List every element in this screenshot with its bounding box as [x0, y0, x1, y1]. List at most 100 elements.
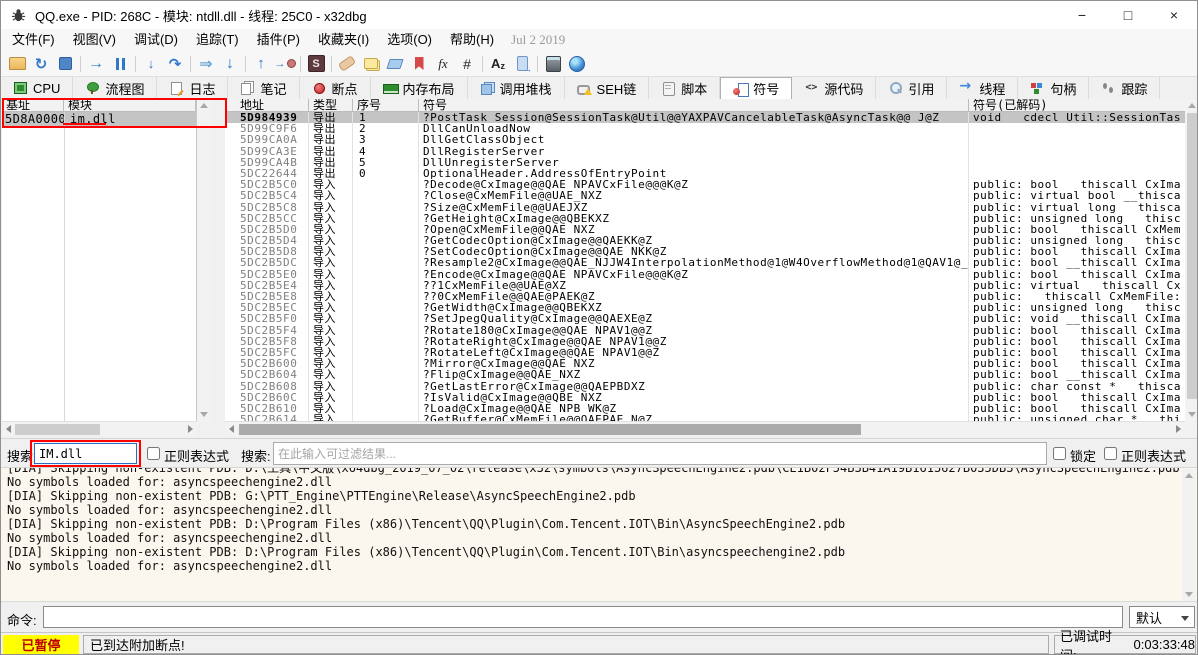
- toolbar-button-icon[interactable]: [132, 53, 139, 75]
- toolbar-button-icon[interactable]: [455, 53, 479, 75]
- symbol-row[interactable]: 5DC2B5EC 导入 ?GetWidth@CxImage@@QBEKXZ pu…: [225, 302, 1185, 313]
- toolbar-button-icon[interactable]: [77, 53, 84, 75]
- scroll-right-icon[interactable]: [1176, 425, 1181, 433]
- symbol-row[interactable]: 5DC2B5C8 导入 ?Size@CxMemFile@@UAEJXZ publ…: [225, 202, 1185, 213]
- symbol-row[interactable]: 5DC2B5E8 导入 ??0CxMemFile@@QAE@PAEK@Z pub…: [225, 291, 1185, 302]
- toolbar-button-icon[interactable]: [53, 53, 77, 75]
- symbol-row[interactable]: 5DC2B614 导入 ?GetBuffer@CxMemFile@@QAEPAE…: [225, 414, 1185, 421]
- toolbar-button-icon[interactable]: [139, 53, 163, 75]
- title-bar[interactable]: QQ.exe - PID: 268C - 模块: ntdll.dll - 线程:…: [1, 1, 1197, 29]
- menu-item[interactable]: 插件(P): [248, 29, 309, 51]
- column-header-type[interactable]: 类型: [309, 99, 353, 111]
- scroll-left-icon[interactable]: [229, 425, 234, 433]
- regex-checkbox-2[interactable]: [1104, 447, 1117, 460]
- log-pane[interactable]: [DIA] Skipping non-existent PDB: D:\工具\中…: [1, 467, 1197, 601]
- symbol-row[interactable]: 5DC2B600 导入 ?Mirror@CxImage@@QAE_NXZ pub…: [225, 358, 1185, 369]
- symbols-vertical-scrollbar[interactable]: [1185, 99, 1198, 421]
- symbols-horizontal-scrollbar[interactable]: [225, 421, 1185, 436]
- modules-horizontal-scrollbar[interactable]: [2, 421, 197, 436]
- toolbar-button-icon[interactable]: [84, 53, 108, 75]
- symbol-row[interactable]: 5DC2B5D4 导入 ?GetCodecOption@CxImage@@QAE…: [225, 235, 1185, 246]
- view-tab[interactable]: 符号: [720, 77, 792, 99]
- menu-item[interactable]: 选项(O): [378, 29, 441, 51]
- toolbar-button-icon[interactable]: [249, 53, 273, 75]
- view-tab[interactable]: 脚本: [649, 77, 720, 99]
- symbol-row[interactable]: 5D99CA3E 导出 4 DllRegisterServer: [225, 146, 1185, 157]
- view-tab[interactable]: 流程图: [73, 77, 157, 99]
- toolbar-button-icon[interactable]: [431, 53, 455, 75]
- view-tab[interactable]: CPU: [1, 77, 73, 99]
- scroll-down-icon[interactable]: [200, 412, 208, 417]
- symbol-row[interactable]: 5DC2B5C4 导入 ?Close@CxMemFile@@UAE_NXZ pu…: [225, 190, 1185, 201]
- column-header-symbol[interactable]: 符号: [419, 99, 969, 111]
- toolbar-button-icon[interactable]: [108, 53, 132, 75]
- menu-item[interactable]: 帮助(H): [441, 29, 503, 51]
- toolbar-button-icon[interactable]: [304, 53, 328, 75]
- symbol-row[interactable]: 5D99C9F6 导出 2 DllCanUnloadNow: [225, 123, 1185, 134]
- view-tab[interactable]: 调用堆栈: [468, 77, 565, 99]
- toolbar-button-icon[interactable]: [534, 53, 541, 75]
- maximize-button[interactable]: □: [1105, 1, 1151, 29]
- close-button[interactable]: ×: [1151, 1, 1197, 29]
- toolbar-button-icon[interactable]: [218, 53, 242, 75]
- toolbar-button-icon[interactable]: [407, 53, 431, 75]
- menu-item[interactable]: 视图(V): [64, 29, 125, 51]
- symbol-row[interactable]: 5DC22644 导出 0 OptionalHeader.AddressOfEn…: [225, 168, 1185, 179]
- menu-item[interactable]: 追踪(T): [187, 29, 248, 51]
- scrollbar-thumb[interactable]: [239, 424, 861, 435]
- toolbar-button-icon[interactable]: [486, 53, 510, 75]
- symbol-row[interactable]: 5D99CA0A 导出 3 DllGetClassObject: [225, 134, 1185, 145]
- menu-item[interactable]: 收藏夹(I): [309, 29, 378, 51]
- scrollbar-thumb[interactable]: [1187, 113, 1197, 399]
- toolbar-button-icon[interactable]: [187, 53, 194, 75]
- symbol-row[interactable]: 5DC2B604 导入 ?Flip@CxImage@@QAE_NXZ publi…: [225, 369, 1185, 380]
- lock-checkbox[interactable]: [1053, 447, 1066, 460]
- toolbar-button-icon[interactable]: [479, 53, 486, 75]
- symbol-filter-input[interactable]: [273, 442, 1047, 465]
- scroll-left-icon[interactable]: [6, 425, 11, 433]
- toolbar-button-icon[interactable]: [541, 53, 565, 75]
- view-tab[interactable]: 句柄: [1018, 77, 1089, 99]
- toolbar-button-icon[interactable]: [359, 53, 383, 75]
- view-tab[interactable]: 引用: [876, 77, 947, 99]
- modules-vertical-scrollbar[interactable]: [197, 99, 212, 421]
- scroll-down-icon[interactable]: [1185, 592, 1193, 597]
- symbol-row[interactable]: 5DC2B60C 导入 ?IsValid@CxImage@@QBE_NXZ pu…: [225, 392, 1185, 403]
- scroll-right-icon[interactable]: [188, 425, 193, 433]
- symbol-row[interactable]: 5DC2B5E0 导入 ?Encode@CxImage@@QAE_NPAVCxF…: [225, 269, 1185, 280]
- symbol-row[interactable]: 5DC2B5DC 导入 ?Resample2@CxImage@@QAE_NJJW…: [225, 257, 1185, 268]
- toolbar-button-icon[interactable]: [29, 53, 53, 75]
- view-tab[interactable]: 笔记: [228, 77, 299, 99]
- command-profile-dropdown[interactable]: 默认: [1129, 606, 1195, 628]
- symbol-row[interactable]: 5DC2B5C0 导入 ?Decode@CxImage@@QAE_NPAVCxF…: [225, 179, 1185, 190]
- symbol-row[interactable]: 5DC2B610 导入 ?Load@CxImage@@QAE_NPB_WK@Z …: [225, 403, 1185, 414]
- command-input[interactable]: [43, 606, 1123, 628]
- menu-item[interactable]: 调试(D): [125, 29, 187, 51]
- column-header-address[interactable]: 地址: [225, 99, 309, 111]
- scroll-down-icon[interactable]: [1188, 412, 1196, 417]
- menu-item[interactable]: 文件(F): [3, 29, 64, 51]
- log-vertical-scrollbar[interactable]: [1182, 469, 1196, 601]
- symbol-row[interactable]: 5DC2B5E4 导入 ??1CxMemFile@@UAE@XZ public:…: [225, 280, 1185, 291]
- symbol-row[interactable]: 5D99CA4B 导出 5 DllUnregisterServer: [225, 157, 1185, 168]
- toolbar-button-icon[interactable]: [335, 53, 359, 75]
- toolbar-button-icon[interactable]: [510, 53, 534, 75]
- view-tab[interactable]: 跟踪: [1089, 77, 1160, 99]
- view-tab[interactable]: 源代码: [792, 77, 876, 99]
- symbol-row[interactable]: 5DC2B5FC 导入 ?RotateLeft@CxImage@@QAE_NPA…: [225, 347, 1185, 358]
- toolbar-button-icon[interactable]: [273, 53, 297, 75]
- toolbar-button-icon[interactable]: [163, 53, 187, 75]
- column-header-ordinal[interactable]: 序号: [353, 99, 419, 111]
- scroll-up-icon[interactable]: [200, 103, 208, 108]
- regex-checkbox[interactable]: [147, 447, 160, 460]
- view-tab[interactable]: 日志: [157, 77, 228, 99]
- symbol-row[interactable]: 5DC2B5F4 导入 ?Rotate180@CxImage@@QAE_NPAV…: [225, 325, 1185, 336]
- symbol-row[interactable]: 5DC2B5F0 导入 ?SetJpegQuality@CxImage@@QAE…: [225, 313, 1185, 324]
- toolbar-button-icon[interactable]: [297, 53, 304, 75]
- toolbar-button-icon[interactable]: [328, 53, 335, 75]
- view-tab[interactable]: 断点: [300, 77, 371, 99]
- symbol-row[interactable]: 5DC2B5F8 导入 ?RotateRight@CxImage@@QAE_NP…: [225, 336, 1185, 347]
- column-header-module[interactable]: 模块: [64, 99, 196, 111]
- minimize-button[interactable]: −: [1059, 1, 1105, 29]
- symbol-row[interactable]: 5DC2B5D8 导入 ?SetCodecOption@CxImage@@QAE…: [225, 246, 1185, 257]
